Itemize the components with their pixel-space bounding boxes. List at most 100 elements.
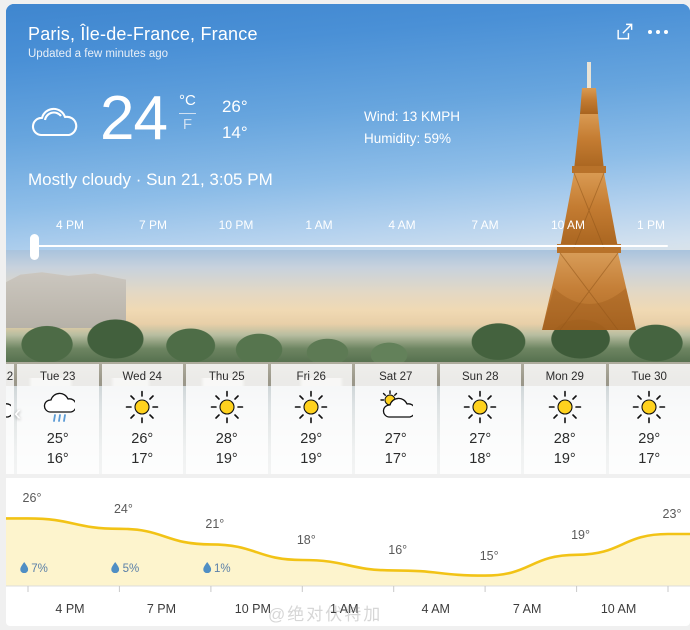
precipitation-value: 5% [122,563,140,575]
forecast-day-label: Thu 25 [208,371,245,383]
forecast-day-card[interactable]: Fri 26 29° 19° [270,364,352,474]
forecast-day-card[interactable]: Mon 2225°19° [6,364,14,474]
humidity-value: Humidity: 59% [364,131,452,147]
wind-humidity-block: Wind: 13 KMPH Humidity: 59% [364,106,460,151]
forecast-day-label: Tue 30 [631,371,667,383]
sunny-icon [463,390,497,424]
hourly-time-label: 10 AM [550,218,586,232]
forecast-low-temp: 17° [131,450,154,467]
share-icon[interactable] [615,22,634,41]
forecast-high-temp: 28° [215,431,238,447]
chart-precipitation-label: 7% [20,562,48,576]
forecast-low-temp: 17° [638,450,661,467]
forecast-high-temp: 28° [553,431,576,447]
forecast-low-temp: 17° [384,450,407,467]
chart-axis-label: 7 AM [512,602,542,616]
forecast-high-temp: 27° [469,431,492,447]
chart-axis-label: 10 PM [234,602,271,616]
chart-axis-label: 7 PM [146,602,177,616]
updated-timestamp: Updated a few minutes ago [28,48,169,60]
precipitation-value: 1% [214,563,231,575]
location-title: Paris, Île-de-France, France [28,24,258,44]
forecast-high-temp: 29° [638,431,661,447]
unit-toggle[interactable]: °C F [178,92,196,135]
chart-temp-label: 23° [662,507,682,521]
forecast-day-card[interactable]: Sun 28 27° 18° [439,364,521,474]
weather-app: Paris, Île-de-France, France Updated a f… [0,0,690,630]
current-temperature: 24 [100,84,168,153]
forecast-low-temp: 16° [46,450,69,467]
current-conditions: 24 °C F 26° 14° [28,88,248,151]
unit-celsius[interactable]: °C [179,92,196,111]
chart-temp-label: 18° [296,533,316,547]
cloudy-icon [28,102,90,151]
daily-forecast-row: Mon 2225°19° Tue 23 25° 16° Wed 24 26° 17° Thu … [6,364,690,474]
chart-temp-label: 15° [479,548,499,563]
water-drop-icon [111,562,120,576]
chevron-left-icon[interactable]: ‹ [14,402,21,424]
partly-cloudy-icon [6,390,11,424]
forecast-high-temp: 27° [384,431,407,447]
chart-axis-label: 10 AM [600,602,637,616]
high-low-temps: 26° 14° [222,94,248,147]
weather-hero-card: Paris, Île-de-France, France Updated a f… [6,4,690,474]
forecast-day-label: Wed 24 [122,371,162,383]
forecast-high-temp: 25° [46,431,69,447]
sunny-icon [294,390,328,424]
rain-icon [41,390,75,424]
chart-temp-label: 19° [571,527,591,542]
hourly-slider-track[interactable] [36,245,668,247]
low-temp: 14° [221,123,248,143]
forecast-low-temp: 19° [553,450,576,467]
forecast-day-label: Tue 23 [40,371,76,383]
chart-temp-label: 24° [113,501,133,516]
condition-summary: Mostly cloudy · Sun 21, 3:05 PM [28,170,273,189]
hourly-time-label: 4 AM [388,218,416,232]
hourly-time-labels: 4 PM 7 PM 10 PM 1 AM 4 AM 7 AM 10 AM 1 PM [6,218,690,234]
forecast-day-card[interactable]: Mon 29 28° 19° [524,364,606,474]
hourly-slider-handle[interactable] [30,234,39,260]
water-drop-icon [20,562,29,576]
chart-precipitation-label: 1% [203,562,231,576]
forecast-day-label: Fri 26 [296,371,326,383]
forecast-day-card[interactable]: Tue 23 25° 16° [17,364,99,474]
chart-axis-label: 4 PM [55,602,85,616]
forecast-low-temp: 18° [469,450,492,467]
chart-temp-label: 16° [388,543,408,558]
forecast-high-temp: 29° [300,431,323,447]
forecast-low-temp: 19° [300,450,323,467]
hourly-time-label: 4 PM [55,218,85,232]
partly-cloudy-icon [379,390,413,424]
hourly-temperature-chart: 26° 24° 21° 18° 16° 15° 19° 23° 7% 5% 1% 4 PM 7 PM 10… [6,478,690,626]
chart-axis-label: 4 AM [421,602,450,616]
unit-divider [178,112,196,114]
hourly-time-label: 10 PM [218,218,254,232]
forecast-day-label: Sat 27 [379,371,413,383]
forecast-day-card[interactable]: Thu 25 28° 19° [186,364,268,474]
precipitation-value: 7% [31,563,48,575]
sunny-icon [548,390,582,424]
hourly-time-label: 1 PM [636,218,666,232]
forecast-day-card[interactable]: Tue 30 29° 17° [608,364,690,474]
chart-axis-label: 1 AM [330,602,359,616]
chart-precipitation-label: 5% [111,562,140,576]
forecast-day-card[interactable]: Wed 24 26° 17° [101,364,183,474]
forecast-day-card[interactable]: Sat 27 27° 17° [355,364,437,474]
more-options-icon[interactable] [648,29,668,34]
sunny-icon [632,390,666,424]
high-temp: 26° [221,97,248,116]
unit-fahrenheit[interactable]: F [183,116,192,135]
forecast-day-label: Sun 28 [462,371,499,383]
sunny-icon [210,390,244,424]
wind-value: Wind: 13 KMPH [364,109,461,124]
forecast-low-temp: 19° [215,450,238,467]
forecast-high-temp: 26° [131,431,154,447]
water-drop-icon [203,562,212,576]
chart-temp-label: 26° [22,491,42,506]
hourly-time-label: 7 PM [138,218,168,232]
forecast-day-label: Mon 29 [545,371,584,383]
chart-temp-label: 21° [205,517,225,532]
hourly-time-label: 1 AM [305,218,333,232]
sunny-icon [125,390,159,424]
top-actions [615,22,668,41]
